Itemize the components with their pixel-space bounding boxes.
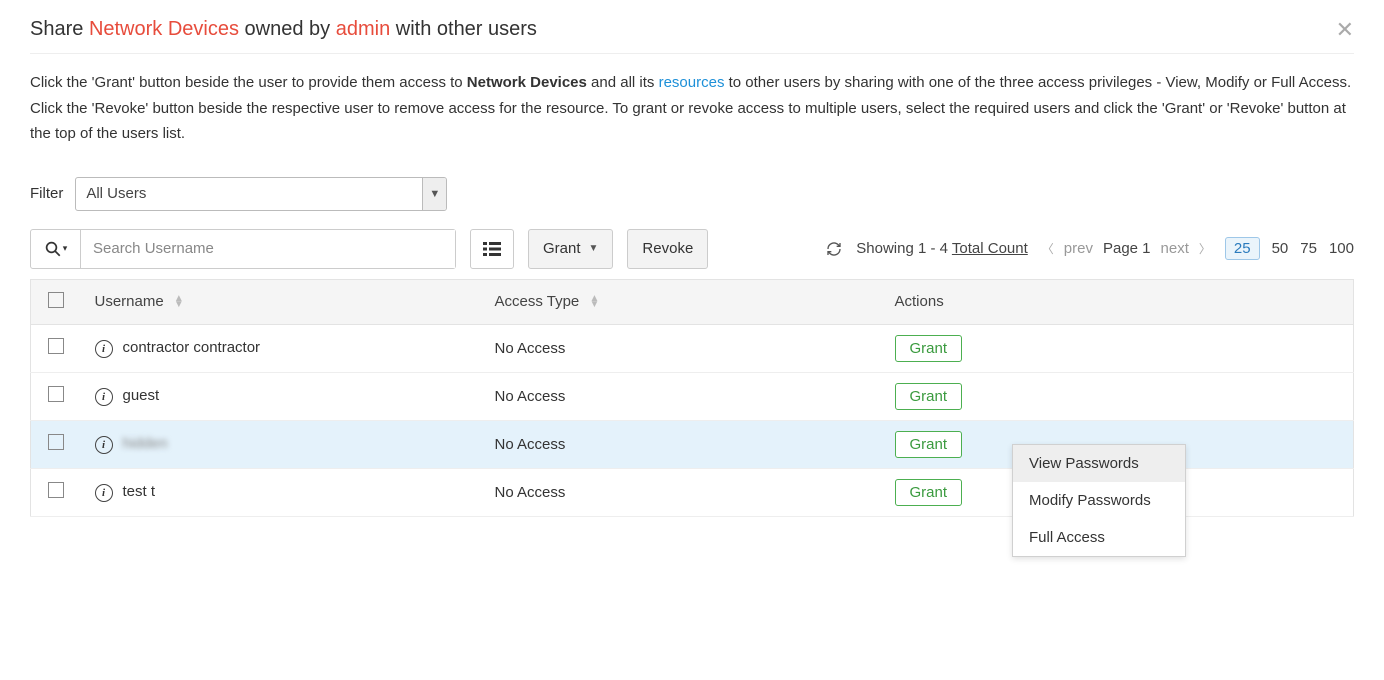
chevron-right-icon[interactable]: 〉 xyxy=(1199,240,1211,257)
grant-menu-item[interactable]: Full Access xyxy=(1013,519,1185,556)
row-grant-button[interactable]: Grant xyxy=(895,335,963,362)
refresh-icon[interactable] xyxy=(826,241,842,257)
title-text: owned by xyxy=(239,18,336,40)
table-row: iguest No Access Grant xyxy=(31,372,1354,420)
table-row: i contractor contractor No Access Grant xyxy=(31,324,1354,372)
intro-text: Click the 'Grant' button beside the user… xyxy=(30,70,1354,147)
row-checkbox[interactable] xyxy=(48,482,64,498)
info-icon[interactable]: i xyxy=(95,436,113,454)
title-text: Share xyxy=(30,18,89,40)
resources-link[interactable]: resources xyxy=(659,74,725,91)
row-grant-button[interactable]: Grant xyxy=(895,479,963,506)
sort-icon: ▲▼ xyxy=(589,296,599,308)
grant-menu-item[interactable]: View Passwords xyxy=(1013,445,1185,482)
username-cell: contractor contractor xyxy=(123,339,261,356)
grant-menu-item[interactable]: Modify Passwords xyxy=(1013,482,1185,519)
search-icon[interactable]: ▾ xyxy=(31,230,81,268)
next-link[interactable]: next xyxy=(1161,240,1189,257)
page-nav: 〈 prev Page 1 next 〉 xyxy=(1042,240,1211,257)
access-cell: No Access xyxy=(481,420,881,468)
intro-segment: Click the 'Grant' button beside the user… xyxy=(30,74,467,91)
grant-label: Grant xyxy=(543,240,581,257)
grant-dropdown: View PasswordsModify PasswordsFull Acces… xyxy=(1012,444,1186,557)
prev-link[interactable]: prev xyxy=(1064,240,1093,257)
close-icon[interactable]: ✕ xyxy=(1336,19,1354,41)
chevron-down-icon[interactable]: ▼ xyxy=(422,178,446,210)
table-wrapper: Username ▲▼ Access Type ▲▼ Actions icont… xyxy=(30,279,1354,517)
row-checkbox[interactable] xyxy=(48,338,64,354)
title-owner: admin xyxy=(336,18,390,40)
page-size-75[interactable]: 75 xyxy=(1300,240,1317,257)
info-icon[interactable]: i xyxy=(95,388,113,406)
search-group: ▾ xyxy=(30,229,456,269)
access-cell: No Access xyxy=(481,324,881,372)
chevron-left-icon[interactable]: 〈 xyxy=(1042,240,1054,257)
columns-button[interactable] xyxy=(470,229,514,269)
page-size-100[interactable]: 100 xyxy=(1329,240,1354,257)
access-cell: No Access xyxy=(481,468,881,516)
access-cell: No Access xyxy=(481,372,881,420)
info-icon[interactable]: i xyxy=(95,484,113,502)
row-checkbox[interactable] xyxy=(48,386,64,402)
revoke-button[interactable]: Revoke xyxy=(627,229,708,269)
column-header-username[interactable]: Username ▲▼ xyxy=(81,279,481,324)
total-count-link[interactable]: Total Count xyxy=(952,240,1028,257)
grant-button[interactable]: Grant ▼ xyxy=(528,229,613,269)
intro-bold: Network Devices xyxy=(467,74,587,91)
intro-segment: and all its xyxy=(587,74,659,91)
page-indicator: Page 1 xyxy=(1103,240,1151,257)
columns-icon xyxy=(483,242,501,256)
filter-select[interactable]: All Users ▼ xyxy=(75,177,447,211)
revoke-label: Revoke xyxy=(642,240,693,257)
toolbar: ▾ Grant ▼ Revoke Showing 1 - 4 Total Cou… xyxy=(30,229,1354,269)
select-all-checkbox[interactable] xyxy=(48,292,64,308)
pager: Showing 1 - 4 Total Count 〈 prev Page 1 … xyxy=(826,237,1354,260)
info-icon[interactable]: i xyxy=(95,340,113,358)
title-resource: Network Devices xyxy=(89,18,239,40)
column-header-access[interactable]: Access Type ▲▼ xyxy=(481,279,881,324)
caret-down-icon: ▼ xyxy=(589,243,599,254)
search-input[interactable] xyxy=(81,230,455,268)
filter-label: Filter xyxy=(30,185,63,202)
username-cell: guest xyxy=(123,387,160,404)
column-header-actions: Actions xyxy=(881,279,1354,324)
row-grant-button[interactable]: Grant xyxy=(895,431,963,458)
dialog-titlebar: Share Network Devices owned by admin wit… xyxy=(30,18,1354,54)
username-cell: hidden xyxy=(123,435,168,452)
row-grant-button[interactable]: Grant xyxy=(895,383,963,410)
dialog-title: Share Network Devices owned by admin wit… xyxy=(30,18,537,41)
title-text: with other users xyxy=(390,18,537,40)
filter-value: All Users xyxy=(76,178,422,210)
row-checkbox[interactable] xyxy=(48,434,64,450)
page-size-50[interactable]: 50 xyxy=(1272,240,1289,257)
showing-text: Showing 1 - 4 Total Count xyxy=(856,240,1028,257)
sort-icon: ▲▼ xyxy=(174,296,184,308)
username-cell: test t xyxy=(123,483,156,500)
filter-row: Filter All Users ▼ xyxy=(30,177,1354,211)
page-size-25[interactable]: 25 xyxy=(1225,237,1260,260)
page-sizes: 25 50 75 100 xyxy=(1225,237,1354,260)
